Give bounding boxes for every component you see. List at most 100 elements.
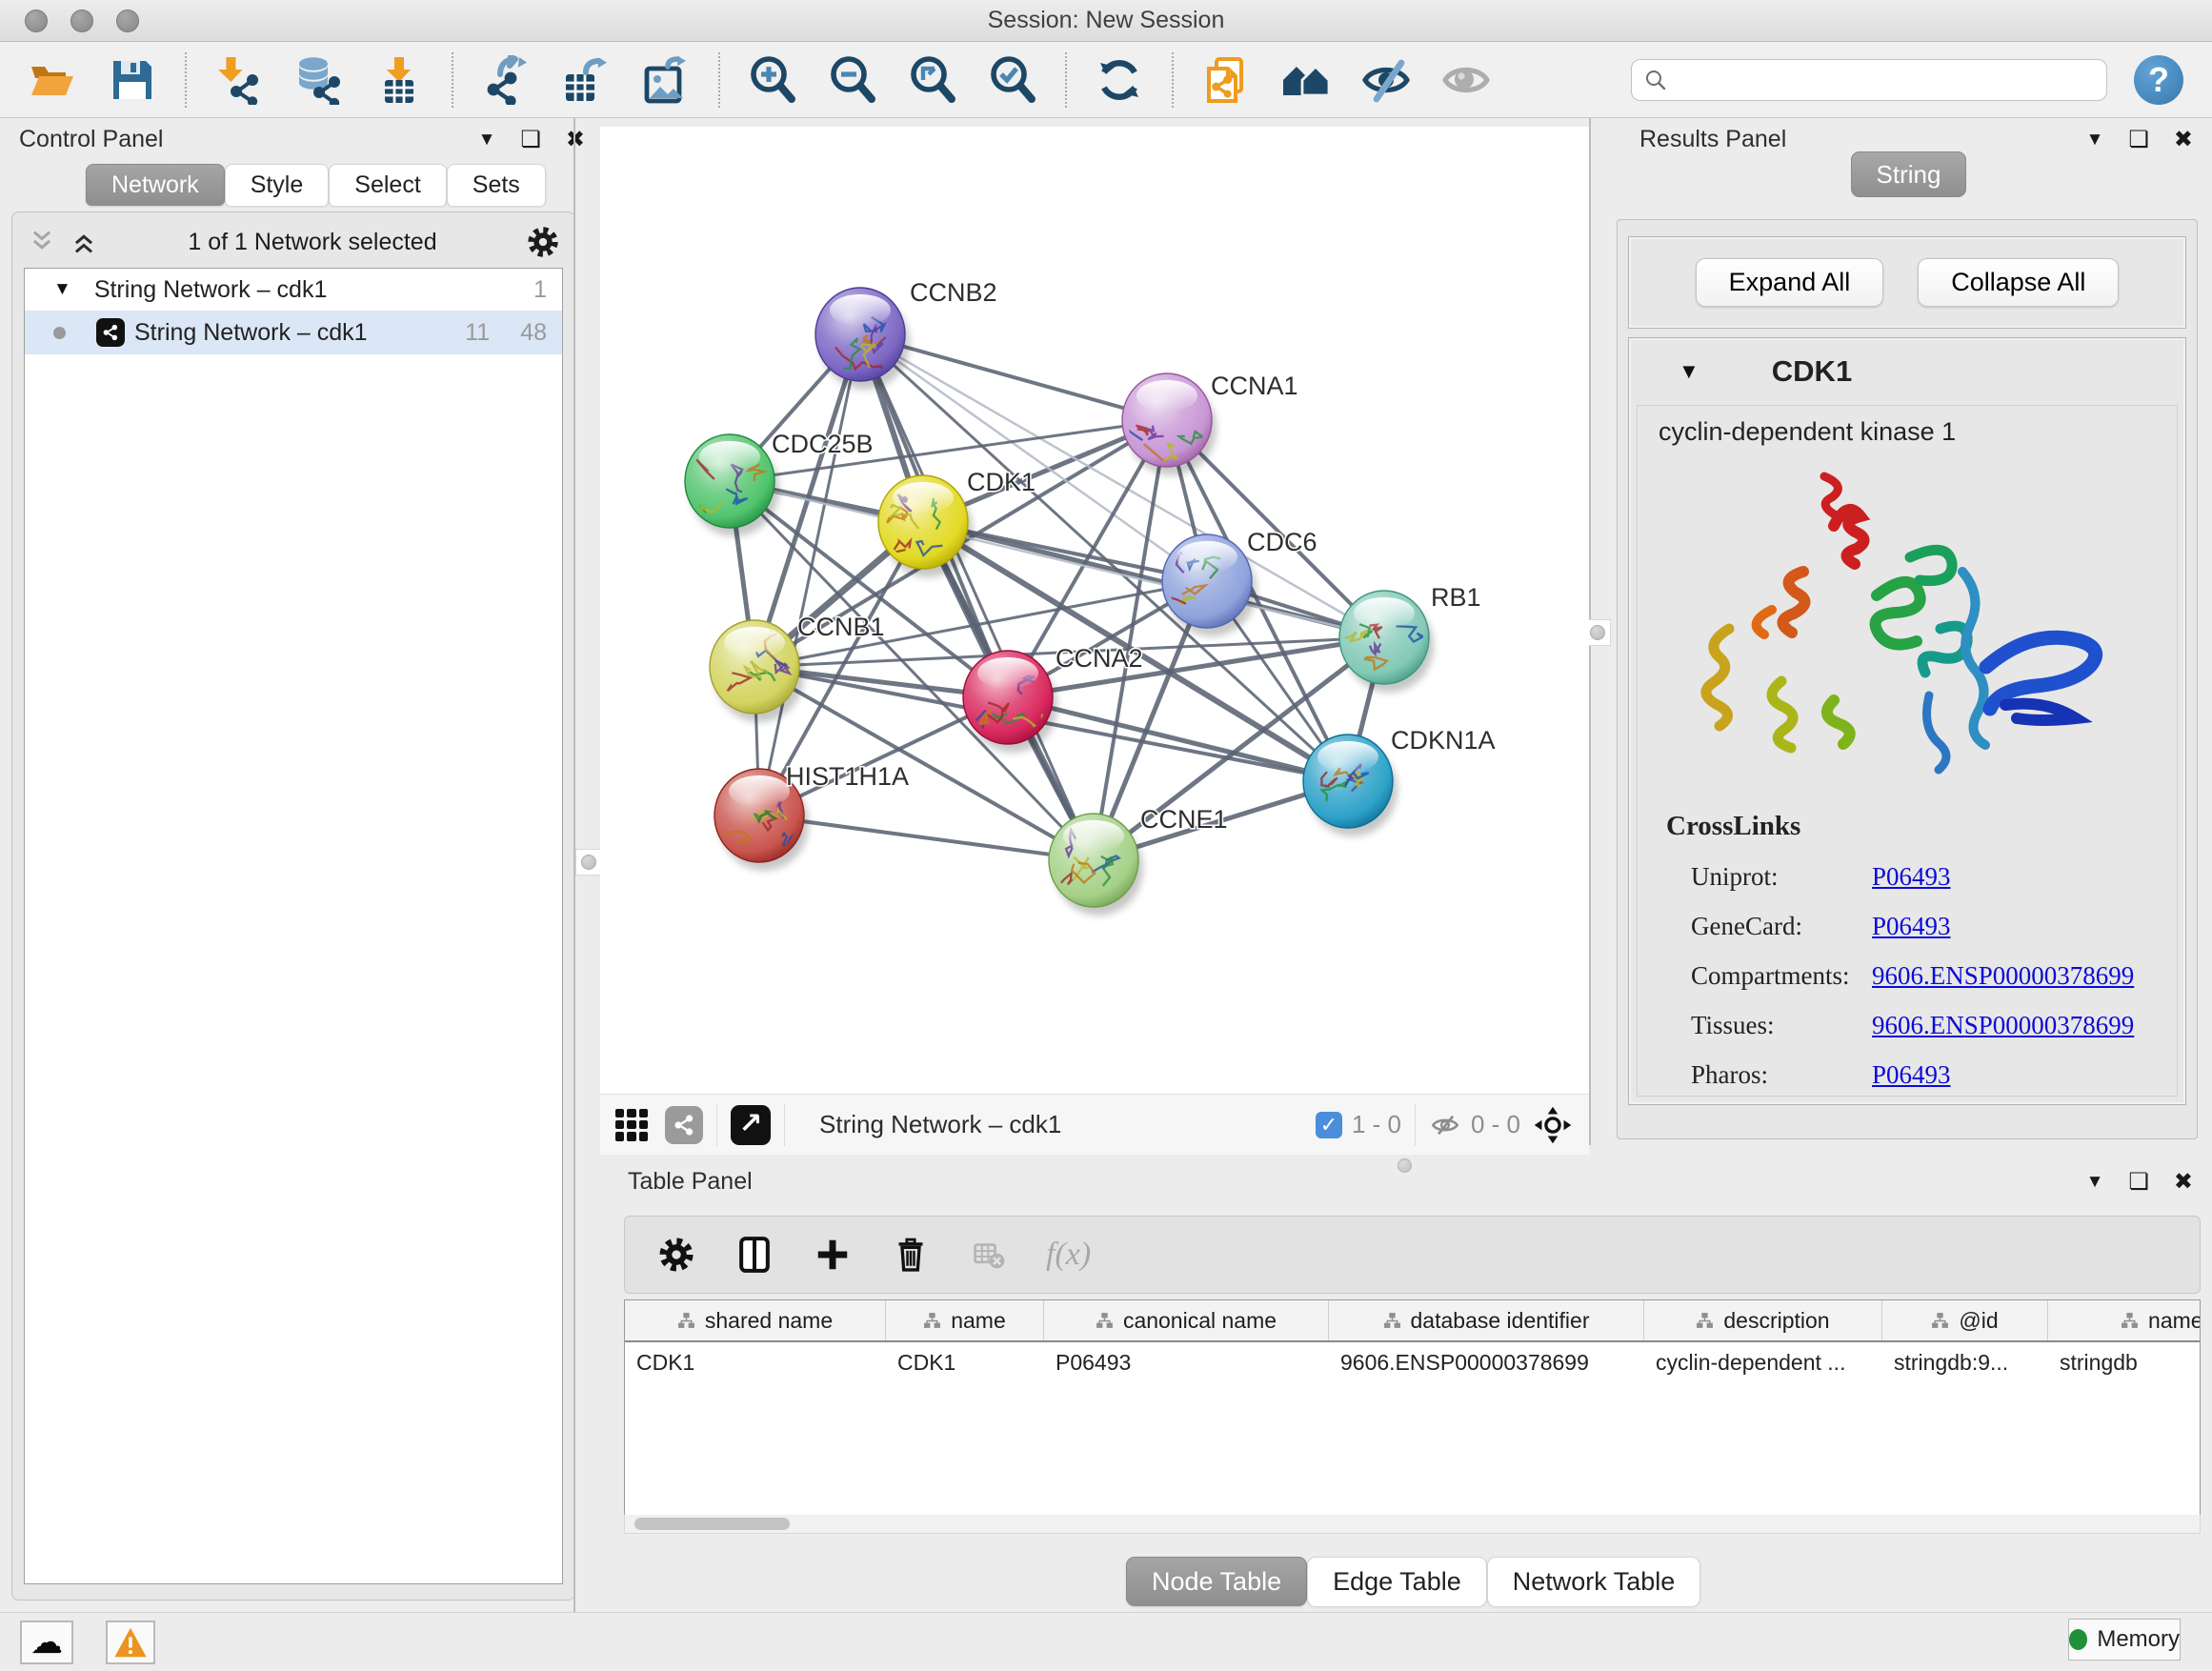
titlebar: Session: New Session: [0, 0, 2212, 42]
function-builder-icon: f(x): [1046, 1237, 1091, 1273]
panel-float-icon[interactable]: ❏: [2128, 1171, 2149, 1194]
network-options-gear-icon[interactable]: [527, 226, 559, 258]
save-session-button[interactable]: [107, 54, 158, 106]
zoom-selected-button[interactable]: [987, 54, 1038, 106]
cell-description[interactable]: cyclin-dependent ...: [1644, 1342, 1882, 1382]
cell-namespace[interactable]: stringdb: [2048, 1342, 2201, 1382]
panel-close-icon[interactable]: ✖: [2174, 129, 2193, 151]
network-overview-share-icon[interactable]: [665, 1106, 703, 1144]
cell-database-identifier[interactable]: 9606.ENSP00000378699: [1329, 1342, 1644, 1382]
zoom-fit-button[interactable]: [907, 54, 958, 106]
collapse-all-networks-icon[interactable]: [28, 228, 56, 256]
collapse-all-button[interactable]: Collapse All: [1918, 258, 2119, 307]
cloud-button[interactable]: ☁: [20, 1621, 73, 1664]
help-button[interactable]: ?: [2134, 55, 2183, 105]
network-edge[interactable]: [759, 815, 1094, 860]
crosslink-row: GeneCard:P06493: [1691, 901, 2162, 951]
gene-collapse-icon[interactable]: ▼: [1679, 359, 1699, 384]
tab-select[interactable]: Select: [329, 164, 446, 206]
tab-string[interactable]: String: [1851, 151, 1967, 197]
table-row[interactable]: CDK1 CDK1 P06493 9606.ENSP00000378699 cy…: [625, 1342, 2200, 1382]
cell-shared-name[interactable]: CDK1: [625, 1342, 886, 1382]
network-node[interactable]: [1108, 373, 1217, 475]
network-node[interactable]: [1153, 534, 1257, 636]
panel-close-icon[interactable]: ✖: [2174, 1171, 2193, 1194]
warnings-button[interactable]: [106, 1621, 155, 1664]
expand-all-button[interactable]: Expand All: [1696, 258, 1884, 307]
search-input[interactable]: [1678, 67, 2095, 93]
export-table-button[interactable]: [560, 54, 612, 106]
memory-button[interactable]: Memory: [2068, 1619, 2181, 1661]
left-splitter-handle[interactable]: [575, 849, 602, 876]
pan-crosshair-icon[interactable]: [1534, 1106, 1572, 1144]
network-collection-row[interactable]: ▼ String Network – cdk1 1: [25, 269, 562, 311]
panel-collapse-icon[interactable]: ▼: [2086, 1173, 2104, 1191]
network-node[interactable]: [1303, 735, 1398, 836]
crosslink-link[interactable]: P06493: [1872, 912, 1951, 941]
crosslink-link[interactable]: P06493: [1872, 862, 1951, 892]
expand-all-networks-icon[interactable]: [70, 228, 98, 256]
tab-network-table[interactable]: Network Table: [1487, 1557, 1701, 1606]
panel-float-icon[interactable]: ❏: [2128, 129, 2149, 151]
table-horizontal-scrollbar[interactable]: [624, 1515, 2201, 1534]
column-header: namespace: [2048, 1300, 2201, 1340]
tab-node-table[interactable]: Node Table: [1126, 1557, 1307, 1606]
tree-expand-icon[interactable]: ▼: [53, 279, 71, 300]
delete-column-trash-icon[interactable]: [890, 1234, 932, 1276]
column-header: description: [1644, 1300, 1882, 1340]
tab-sets[interactable]: Sets: [447, 164, 546, 206]
export-network-button[interactable]: [480, 54, 532, 106]
selected-checkbox-icon[interactable]: ✓: [1316, 1112, 1342, 1138]
zoom-in-button[interactable]: [747, 54, 798, 106]
crosslink-link[interactable]: P06493: [1872, 1060, 1951, 1090]
tab-style[interactable]: Style: [225, 164, 330, 206]
control-panel-title: Control Panel: [19, 126, 163, 153]
delete-table-icon: [968, 1234, 1010, 1276]
network-row[interactable]: String Network – cdk1 11 48: [25, 311, 562, 354]
hide-selected-button[interactable]: [1360, 54, 1412, 106]
birds-eye-grid-icon[interactable]: [615, 1109, 648, 1141]
import-table-button[interactable]: [373, 54, 425, 106]
show-all-button[interactable]: [1440, 54, 1492, 106]
cell-id[interactable]: stringdb:9...: [1882, 1342, 2048, 1382]
scrollbar-thumb[interactable]: [634, 1518, 790, 1530]
column-type-icon: [923, 1312, 941, 1330]
crosslink-label: Compartments:: [1691, 961, 1872, 991]
panel-collapse-icon[interactable]: ▼: [478, 131, 496, 149]
open-in-window-icon[interactable]: ↗: [731, 1105, 771, 1145]
network-node[interactable]: [1339, 591, 1434, 693]
home-networks-button[interactable]: [1280, 54, 1332, 106]
panel-collapse-icon[interactable]: ▼: [2086, 131, 2104, 149]
network-node[interactable]: [878, 475, 973, 577]
table-options-gear-icon[interactable]: [655, 1234, 697, 1276]
import-network-button[interactable]: [213, 54, 265, 106]
node-count: 11: [465, 319, 490, 347]
refresh-button[interactable]: [1094, 54, 1145, 106]
string-import-button[interactable]: [1200, 54, 1252, 106]
panel-float-icon[interactable]: ❏: [520, 129, 541, 151]
tab-network[interactable]: Network: [86, 164, 225, 206]
node-table: shared name name canonical name database…: [624, 1299, 2201, 1534]
network-edge[interactable]: [759, 334, 860, 815]
network-canvas[interactable]: CCNB2CCNA1CDC25BCDK1CDC6RB1CCNB1CCNA2CDK…: [600, 127, 1589, 1094]
open-session-button[interactable]: [27, 54, 78, 106]
show-columns-icon[interactable]: [734, 1234, 775, 1276]
control-panel: Control Panel ▼ ❏ ✖ Network Style Select…: [0, 118, 600, 1612]
cell-name[interactable]: CDK1: [886, 1342, 1044, 1382]
crosslink-link[interactable]: 9606.ENSP00000378699: [1872, 961, 2134, 991]
network-node[interactable]: [815, 288, 910, 390]
tab-edge-table[interactable]: Edge Table: [1307, 1557, 1487, 1606]
export-image-button[interactable]: [640, 54, 692, 106]
search-field[interactable]: [1631, 59, 2107, 101]
table-panel-title: Table Panel: [628, 1168, 753, 1196]
node-label: CCNA2: [1056, 644, 1143, 673]
create-column-plus-icon[interactable]: [812, 1234, 854, 1276]
import-network-from-database-button[interactable]: [293, 54, 345, 106]
network-node[interactable]: [685, 434, 779, 536]
cell-canonical-name[interactable]: P06493: [1044, 1342, 1329, 1382]
crosslink-link[interactable]: 9606.ENSP00000378699: [1872, 1011, 2134, 1040]
table-toolbar: f(x): [624, 1216, 2201, 1294]
network-node[interactable]: [1049, 814, 1143, 916]
hidden-node-edge-counts: 0 - 0: [1471, 1110, 1520, 1139]
zoom-out-button[interactable]: [827, 54, 878, 106]
